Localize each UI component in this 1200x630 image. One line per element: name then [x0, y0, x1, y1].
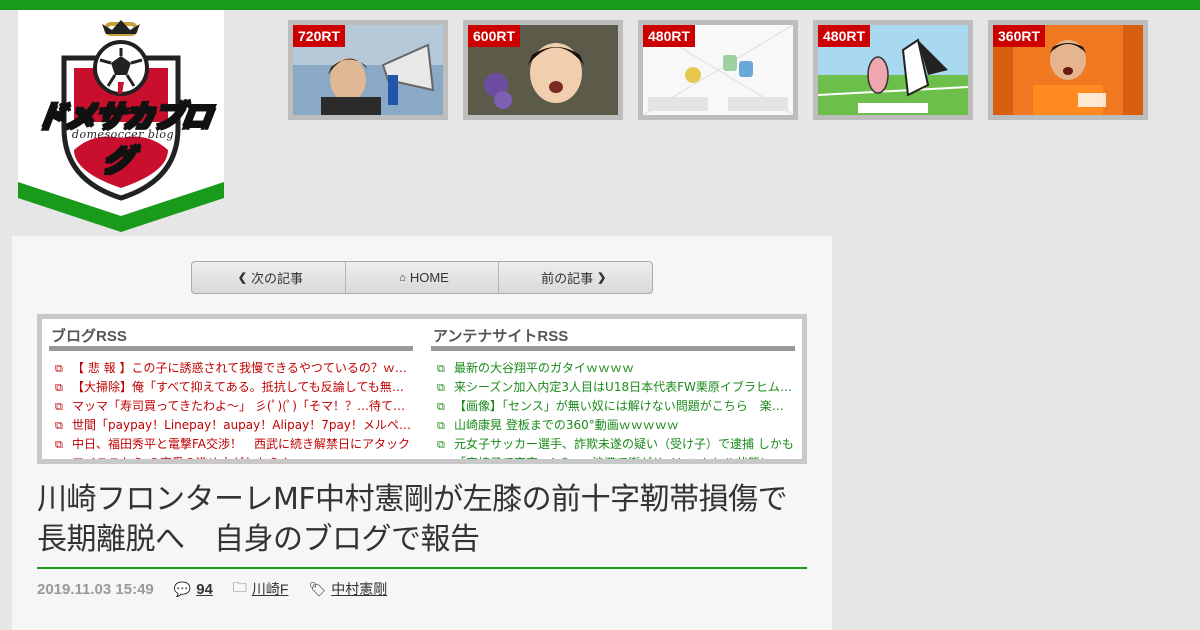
rss-item[interactable]: ⧉ 中日、福田秀平と電撃FA交渉！ 西武に続き解禁日にアタック	[49, 435, 413, 454]
antenna-rss-list: ⧉ 最新の大谷翔平のガタイｗｗｗｗ ⧉ 来シーズン加入内定3人目はU18日本代表FW…	[431, 351, 795, 464]
logo-subtitle: domesoccer blog	[71, 128, 175, 141]
top-accent-bar	[0, 0, 1200, 10]
article-meta: 2019.11.03 15:49 💬 94 🗀 川崎F 🏷 中村憲剛	[37, 578, 407, 600]
rss-item[interactable]: ⧉ 世間「paypay！Linepay！aupay！Alipay！7pay！メルペ…	[49, 416, 413, 435]
rss-item[interactable]: ⧉ 【 悲 報 】この子に誘惑されて我慢できるやつているの？ｗｗｗｗｗ	[49, 359, 413, 378]
external-link-icon: ⧉	[437, 419, 445, 432]
rss-item[interactable]: ⧉ マッマ「寿司買ってきたわよ～」 彡(ﾟ)(ﾟ)「そマ！？…待てよ」	[49, 397, 413, 416]
external-link-icon: ⧉	[55, 419, 63, 432]
next-article-button[interactable]: ❮ 次の記事	[192, 262, 346, 293]
category-link[interactable]: 川崎F	[252, 579, 289, 599]
popular-thumb[interactable]: 360RT	[988, 20, 1148, 120]
rss-item[interactable]: ⧉ 【大掃除】俺「すべて抑えてある。抵抗しても反論しても無駄だぞ」	[49, 378, 413, 397]
rss-item[interactable]: ⧉ 「車椅子で宇宙へ！？」 渋滞で街がサイレントヒル状態に	[431, 454, 795, 464]
external-link-icon: ⧉	[437, 400, 445, 413]
chevron-left-icon: ❮	[237, 272, 247, 284]
post-date: 2019.11.03 15:49	[37, 580, 154, 598]
home-button[interactable]: ⌂ HOME	[346, 262, 500, 293]
comment-count-link[interactable]: 94	[196, 581, 213, 598]
external-link-icon: ⧉	[55, 362, 63, 375]
antenna-rss-column: アンテナサイトRSS ⧉ 最新の大谷翔平のガタイｗｗｗｗ ⧉ 来シーズン加入内定3人…	[431, 319, 795, 464]
rt-badge: 720RT	[293, 25, 346, 47]
site-logo[interactable]: ドメサカブログ domesoccer blog	[18, 10, 224, 234]
external-link-icon: ⧉	[55, 457, 63, 464]
rss-item[interactable]: ⧉ 山崎康晃 登板までの360°動画ｗｗｗｗｗ	[431, 416, 795, 435]
rss-box: ブログRSS ⧉ 【 悲 報 】この子に誘惑されて我慢できるやつているの？ｗｗｗｗ…	[37, 314, 807, 464]
external-link-icon: ⧉	[55, 400, 63, 413]
comments-icon: 💬	[173, 580, 192, 597]
rss-item[interactable]: ⧉ 来シーズン加入内定3人目はU18日本代表FW栗原イブラヒムジュニア	[431, 378, 795, 397]
rt-badge: 480RT	[818, 25, 871, 47]
home-label: HOME	[409, 270, 449, 285]
external-link-icon: ⧉	[437, 438, 445, 451]
blog-rss-heading: ブログRSS	[49, 319, 413, 351]
prev-article-button[interactable]: 前の記事 ❯	[499, 262, 652, 293]
rt-badge: 360RT	[993, 25, 1046, 47]
external-link-icon: ⧉	[437, 381, 445, 394]
popular-thumb[interactable]: 600RT	[463, 20, 623, 120]
next-article-label: 次の記事	[250, 271, 303, 286]
rss-item[interactable]: ⧉ 最新の大谷翔平のガタイｗｗｗｗ	[431, 359, 795, 378]
main-content: ❮ 次の記事 ⌂ HOME 前の記事 ❯ ブログRSS ⧉ 【 悲 報 】この子に…	[12, 236, 832, 630]
popular-thumb[interactable]: 480RT	[813, 20, 973, 120]
tags-icon: 🏷	[308, 580, 327, 597]
rss-item[interactable]: ⧉ 【画像】「センス」が無い奴には解けない問題がこちら 楽勝だろ	[431, 397, 795, 416]
prev-article-label: 前の記事	[541, 271, 594, 286]
title-divider	[37, 567, 807, 569]
article-title: 川崎フロンターレMF中村憲剛が左膝の前十字靭帯損傷で長期離脱へ 自身のブログで報…	[37, 482, 788, 557]
tag-link[interactable]: 中村憲剛	[331, 579, 387, 599]
blog-rss-list: ⧉ 【 悲 報 】この子に誘惑されて我慢できるやつているの？ｗｗｗｗｗ ⧉ 【大掃除…	[49, 351, 413, 464]
blog-rss-column: ブログRSS ⧉ 【 悲 報 】この子に誘惑されて我慢できるやつているの？ｗｗｗｗ…	[49, 319, 413, 464]
rss-item[interactable]: ⧉ 元女子サッカー選手、詐欺未遂の疑い（受け子）で逮捕 しかも	[431, 435, 795, 454]
rt-badge: 600RT	[468, 25, 521, 47]
rt-badge: 480RT	[643, 25, 696, 47]
external-link-icon: ⧉	[437, 362, 445, 375]
external-link-icon: ⧉	[437, 457, 445, 464]
chevron-right-icon: ❯	[597, 272, 607, 284]
home-icon: ⌂	[399, 271, 406, 284]
external-link-icon: ⧉	[55, 438, 63, 451]
popular-thumb[interactable]: 720RT	[288, 20, 448, 120]
folder-icon: 🗀	[232, 579, 247, 595]
antenna-rss-heading: アンテナサイトRSS	[431, 319, 795, 351]
popular-thumb[interactable]: 480RT	[638, 20, 798, 120]
post-navigation: ❮ 次の記事 ⌂ HOME 前の記事 ❯	[191, 261, 653, 294]
rss-item[interactable]: ⧉ ワイここから の恋愛の進め方がわからん	[49, 454, 413, 464]
external-link-icon: ⧉	[55, 381, 63, 394]
